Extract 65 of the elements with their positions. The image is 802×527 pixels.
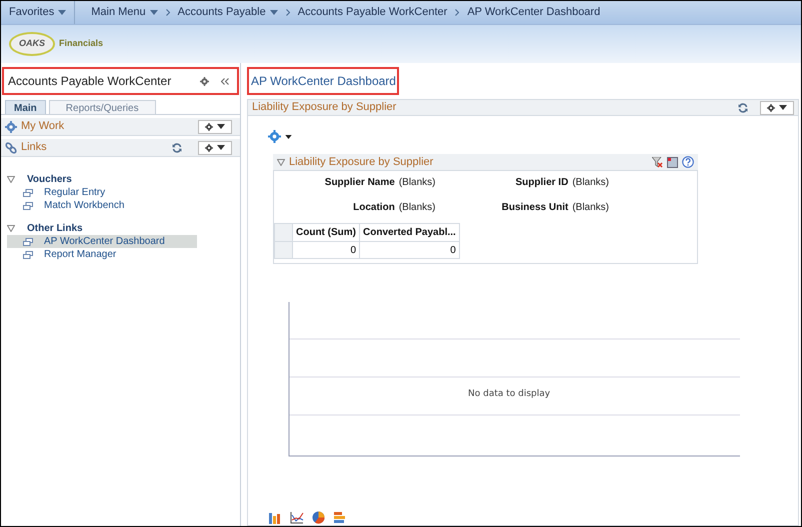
breadcrumb-link[interactable]: Accounts Payable WorkCenter (298, 4, 448, 21)
filter-value: (Blanks) (398, 176, 436, 190)
options-menu-button[interactable] (760, 100, 794, 114)
link-item[interactable]: Match Workbench (7, 199, 197, 212)
options-menu-button[interactable] (198, 140, 232, 154)
dashboard-title: AP WorkCenter Dashboard (251, 73, 396, 90)
breadcrumb-link[interactable]: Accounts Payable (178, 4, 278, 21)
column-header: Converted Payabl... (360, 224, 460, 242)
group-title: Vouchers (27, 173, 72, 187)
horizontal-bar-chart-icon[interactable] (333, 511, 346, 524)
breadcrumb-link[interactable]: Main Menu (91, 4, 158, 21)
link-item[interactable]: Regular Entry (7, 186, 197, 199)
chain-link-icon (5, 142, 17, 154)
logo-mark: OAKS (9, 32, 56, 56)
link-item[interactable]: AP WorkCenter Dashboard (7, 235, 197, 248)
help-icon[interactable] (682, 156, 694, 168)
no-data-message: No data to display (468, 388, 550, 401)
tab[interactable]: Main (5, 100, 46, 114)
filter-value: (Blanks) (572, 176, 609, 190)
pie-chart-icon[interactable] (312, 511, 325, 524)
gear-icon (767, 104, 775, 112)
workcenter-title: Accounts Payable WorkCenter (8, 73, 172, 90)
double-chevron-icon (221, 78, 229, 84)
pivot-title: Liability Exposure by Supplier (289, 154, 434, 170)
gear-icon (205, 144, 213, 152)
tab[interactable]: Reports/Queries (48, 100, 156, 114)
caret-icon (217, 124, 225, 129)
column-header: Count (Sum) (292, 224, 360, 242)
gear-icon (205, 122, 213, 130)
collapse-triangle-icon[interactable] (7, 176, 15, 183)
collapse-triangle-icon[interactable] (7, 225, 15, 232)
caret-icon (217, 145, 225, 150)
chevron-icon (166, 9, 170, 16)
clear-filter-icon[interactable] (652, 156, 663, 168)
filter-label: Supplier Name (324, 176, 395, 190)
section-title: My Work (21, 119, 66, 134)
gear-icon (5, 120, 17, 132)
bar-chart-icon[interactable] (268, 511, 282, 524)
collapse-triangle-icon[interactable] (277, 158, 285, 166)
breadcrumb-link[interactable]: AP WorkCenter Dashboard (467, 4, 600, 21)
line-chart-icon[interactable] (290, 511, 304, 524)
link-item[interactable]: Report Manager (7, 248, 197, 261)
filter-value: (Blanks) (398, 201, 436, 215)
chevron-icon (286, 9, 290, 16)
logo-text: Financials (59, 37, 104, 50)
table-cell: 0 (360, 242, 460, 258)
caret-icon (779, 105, 787, 110)
gear-icon (268, 130, 281, 143)
gear-icon (200, 76, 209, 86)
refresh-icon[interactable] (738, 102, 748, 112)
favorites-menu[interactable]: Favorites (1, 1, 76, 24)
caret-icon[interactable] (285, 134, 292, 138)
table-cell: 0 (292, 242, 360, 258)
options-menu-button[interactable] (198, 120, 232, 134)
filter-label: Business Unit (502, 201, 568, 215)
group-title: Other Links (27, 222, 83, 236)
filter-value: (Blanks) (572, 201, 609, 215)
grid-icon[interactable] (667, 156, 678, 168)
pagelet-title: Liability Exposure by Supplier (252, 100, 398, 116)
refresh-icon[interactable] (172, 142, 182, 152)
filter-label: Location (353, 201, 395, 215)
chevron-icon (455, 9, 460, 16)
filter-label: Supplier ID (516, 176, 568, 190)
caret-icon (58, 10, 66, 15)
section-title: Links (21, 140, 48, 156)
